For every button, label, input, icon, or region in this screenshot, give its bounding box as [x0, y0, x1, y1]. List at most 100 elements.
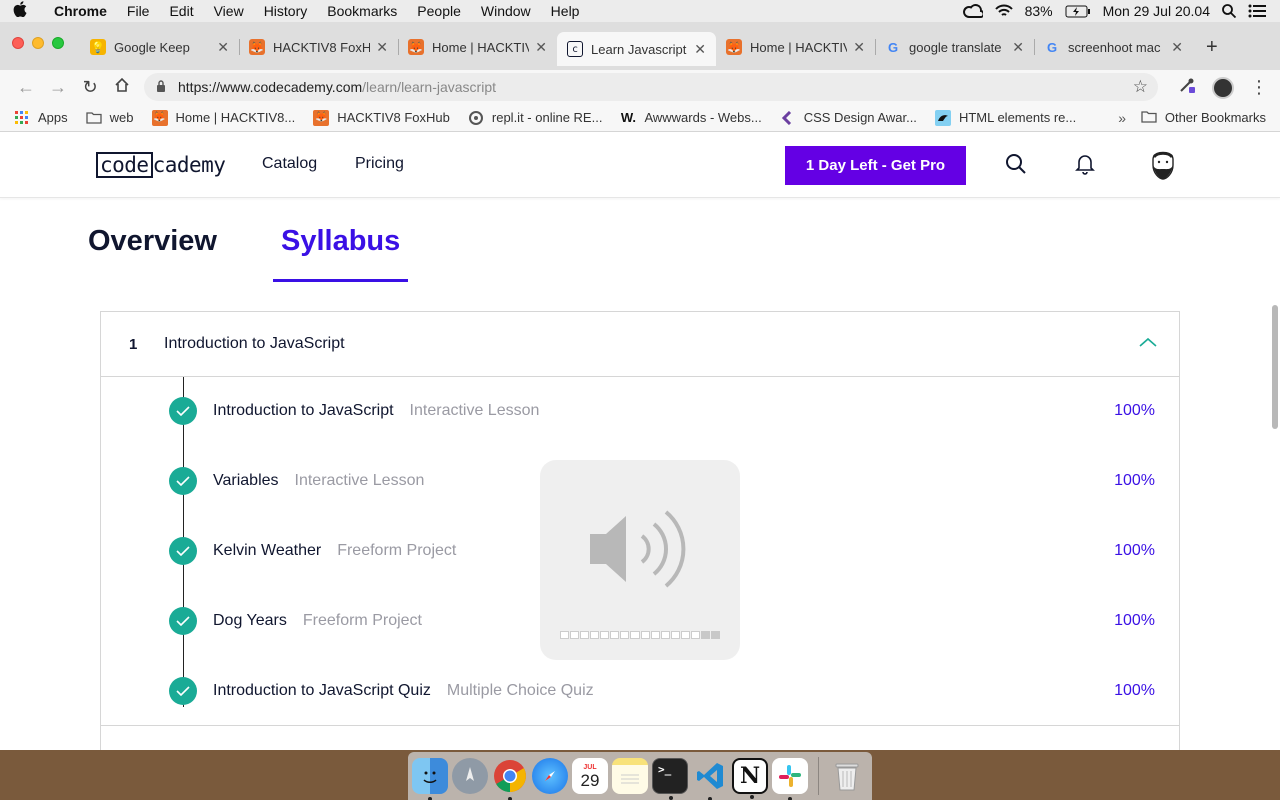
notifications-bell-icon[interactable]: [1075, 153, 1095, 180]
browser-tab[interactable]: G google translate ✕: [875, 32, 1034, 62]
bookmark-mdn[interactable]: HTML elements re...: [934, 109, 1076, 126]
menu-people[interactable]: People: [407, 3, 471, 19]
bookmark-label: repl.it - online RE...: [491, 110, 603, 125]
running-indicator: [669, 796, 673, 800]
module-header[interactable]: 1 Introduction to JavaScript: [101, 312, 1179, 377]
menu-window[interactable]: Window: [471, 3, 541, 19]
close-tab-icon[interactable]: ✕: [1171, 39, 1183, 56]
minimize-window-button[interactable]: [32, 37, 44, 49]
volume-level-bar: [560, 631, 720, 639]
page-scrollbar[interactable]: [1272, 305, 1278, 429]
mdn-icon: [934, 109, 951, 126]
address-bar[interactable]: https://www.codecademy.com/learn/learn-j…: [144, 73, 1158, 101]
close-tab-icon[interactable]: ✕: [535, 39, 547, 56]
chrome-icon[interactable]: [492, 758, 528, 800]
menu-edit[interactable]: Edit: [159, 3, 203, 19]
close-window-button[interactable]: [12, 37, 24, 49]
menu-bookmarks[interactable]: Bookmarks: [317, 3, 407, 19]
menu-app-name[interactable]: Chrome: [40, 3, 117, 19]
battery-icon[interactable]: [1065, 5, 1091, 18]
calendar-icon[interactable]: JUL 29: [572, 758, 608, 794]
close-tab-icon[interactable]: ✕: [217, 39, 229, 56]
menu-file[interactable]: File: [117, 3, 160, 19]
extension-icon[interactable]: [1178, 76, 1196, 99]
bookmark-awwwards[interactable]: W. Awwwards - Webs...: [620, 110, 762, 126]
bookmark-folder-web[interactable]: web: [85, 110, 134, 126]
bookmark-apps[interactable]: Apps: [14, 110, 68, 126]
macos-dock: JUL 29 >_ N: [408, 752, 872, 800]
notification-center-icon[interactable]: [1248, 4, 1266, 18]
back-icon[interactable]: ←: [10, 77, 42, 98]
close-tab-icon[interactable]: ✕: [1012, 39, 1024, 56]
fox-icon: 🦊: [151, 109, 168, 126]
check-icon: [169, 537, 197, 565]
lesson-row[interactable]: Introduction to JavaScript Quiz Multiple …: [101, 671, 1179, 711]
lesson-row[interactable]: Introduction to JavaScript Interactive Le…: [101, 391, 1179, 431]
browser-tab[interactable]: 🦊 Home | HACKTIV8 ✕: [716, 32, 875, 62]
lesson-title: Dog Years: [213, 612, 287, 629]
terminal-icon[interactable]: >_: [652, 758, 688, 800]
creative-cloud-icon[interactable]: [962, 4, 983, 18]
close-tab-icon[interactable]: ✕: [853, 39, 865, 56]
url-host: https://www.codecademy.com: [178, 79, 363, 95]
tab-syllabus[interactable]: Syllabus: [272, 225, 409, 282]
search-icon[interactable]: [1005, 153, 1027, 180]
wifi-icon[interactable]: [994, 4, 1013, 18]
browser-tab[interactable]: 💡 Google Keep ✕: [80, 32, 239, 62]
clock[interactable]: Mon 29 Jul 20.04: [1103, 3, 1210, 19]
new-tab-icon[interactable]: +: [1206, 36, 1218, 59]
reload-icon[interactable]: ↻: [74, 77, 106, 98]
slack-icon[interactable]: [772, 758, 808, 800]
lesson-progress: 100%: [1114, 682, 1155, 699]
home-icon[interactable]: [106, 77, 138, 98]
menu-history[interactable]: History: [254, 3, 318, 19]
trash-icon[interactable]: [829, 758, 865, 794]
browser-tab[interactable]: 🦊 HACKTIV8 FoxHub ✕: [239, 32, 398, 62]
browser-tab[interactable]: 🦊 Home | HACKTIV8 ✕: [398, 32, 557, 62]
fox-icon: 🦊: [249, 39, 265, 55]
user-avatar[interactable]: [1145, 147, 1181, 183]
lesson-type: Interactive Lesson: [409, 402, 540, 419]
tab-overview[interactable]: Overview: [88, 225, 225, 279]
browser-tab[interactable]: G screenhoot mac ✕: [1034, 32, 1193, 62]
volume-segment: [710, 631, 720, 639]
launchpad-icon[interactable]: [452, 758, 488, 794]
menu-help[interactable]: Help: [541, 3, 590, 19]
spotlight-search-icon[interactable]: [1222, 4, 1236, 18]
fullscreen-window-button[interactable]: [52, 37, 64, 49]
lesson-title: Introduction to JavaScript Quiz: [213, 682, 431, 699]
notes-icon[interactable]: [612, 758, 648, 794]
safari-icon[interactable]: [532, 758, 568, 794]
bookmark-star-icon[interactable]: ☆: [1133, 77, 1148, 97]
bookmark-hacktiv8-foxhub[interactable]: 🦊 HACKTIV8 FoxHub: [313, 109, 450, 126]
more-bookmarks-icon[interactable]: »: [1118, 110, 1126, 126]
bookmark-hacktiv8-home[interactable]: 🦊 Home | HACKTIV8...: [151, 109, 295, 126]
chevron-up-icon[interactable]: [1139, 334, 1157, 352]
vscode-icon[interactable]: [692, 758, 728, 800]
bookmark-css-design-awards[interactable]: CSS Design Awar...: [780, 110, 917, 126]
keep-icon: 💡: [90, 39, 106, 55]
codecademy-logo[interactable]: code cademy: [96, 152, 226, 178]
close-tab-icon[interactable]: ✕: [376, 39, 388, 56]
nav-pricing[interactable]: Pricing: [355, 155, 404, 173]
menu-view[interactable]: View: [204, 3, 254, 19]
volume-segment: [650, 631, 660, 639]
awwwards-icon: W.: [620, 110, 637, 125]
profile-avatar[interactable]: [1212, 76, 1234, 99]
finder-icon[interactable]: [412, 758, 448, 800]
volume-segment: [700, 631, 710, 639]
tab-title: screenhoot mac: [1068, 39, 1161, 55]
bookmarks-bar: Apps web 🦊 Home | HACKTIV8... 🦊 HACKTIV8…: [0, 104, 1280, 132]
bookmark-replit[interactable]: repl.it - online RE...: [468, 110, 603, 126]
nav-catalog[interactable]: Catalog: [262, 155, 317, 173]
get-pro-button[interactable]: 1 Day Left - Get Pro: [785, 146, 966, 185]
browser-tab-active[interactable]: c Learn Javascript ✕: [557, 32, 716, 66]
forward-icon[interactable]: →: [42, 77, 74, 98]
close-tab-icon[interactable]: ✕: [694, 41, 706, 58]
notion-icon[interactable]: N: [732, 758, 768, 799]
apple-menu-icon[interactable]: [0, 1, 40, 21]
module-number: 1: [129, 335, 138, 353]
chrome-menu-icon[interactable]: ⋮: [1250, 77, 1268, 98]
other-bookmarks[interactable]: Other Bookmarks: [1141, 110, 1266, 126]
lock-icon[interactable]: [156, 79, 166, 95]
